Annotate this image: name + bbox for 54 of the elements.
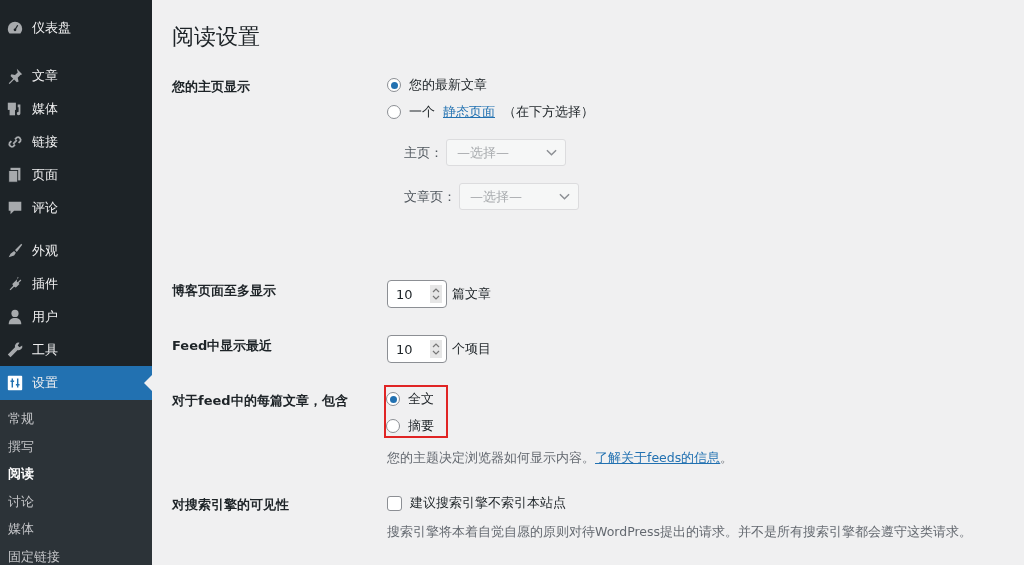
static-page-link[interactable]: 静态页面	[443, 103, 495, 121]
submenu-item[interactable]: 阅读	[8, 460, 152, 488]
radio-button[interactable]	[386, 419, 400, 433]
current-page-pointer-icon	[144, 375, 152, 391]
number-input[interactable]: 10	[387, 280, 447, 308]
submenu-item[interactable]: 撰写	[8, 432, 152, 460]
option-label: （在下方选择）	[503, 103, 594, 121]
menu-item[interactable]: 用户	[0, 300, 152, 333]
option-label: 您的最新文章	[409, 76, 487, 94]
radio-button[interactable]	[386, 392, 400, 406]
menu-item[interactable]: 链接	[0, 125, 152, 158]
checkbox[interactable]	[387, 495, 402, 511]
setting-label: 对于feed中的每篇文章，包含	[172, 392, 349, 410]
submenu-item[interactable]: 常规	[8, 405, 152, 433]
unit-label: 篇文章	[452, 285, 491, 303]
submenu-item[interactable]: 固定链接	[8, 542, 152, 565]
user-icon	[6, 307, 24, 326]
menu-item[interactable]: 工具	[0, 333, 152, 366]
chevron-down-icon	[546, 148, 557, 157]
menu-item[interactable]: 仪表盘	[0, 11, 152, 44]
brush-icon	[6, 241, 24, 260]
learn-more-link[interactable]: 了解关于feeds的信息	[595, 450, 721, 465]
unit-label: 个项目	[452, 340, 491, 358]
spinner-arrows-icon	[430, 285, 442, 303]
menu-item[interactable]: 外观	[0, 234, 152, 267]
menu-item[interactable]: 媒体	[0, 92, 152, 125]
option-label: 建议搜索引擎不索引本站点	[410, 494, 566, 512]
menu-item[interactable]: 页面	[0, 158, 152, 191]
select-label: 主页：	[404, 143, 443, 162]
menu-item[interactable]: 插件	[0, 267, 152, 300]
setting-label: 博客页面至多显示	[172, 282, 277, 300]
radio-button[interactable]	[387, 78, 401, 92]
menu-item[interactable]: 设置	[0, 366, 152, 400]
help-text: 搜索引擎将本着自觉自愿的原则对待WordPress提出的请求。并不是所有搜索引擎都会遵守这类请求。	[387, 524, 974, 541]
submenu-item[interactable]: 讨论	[8, 487, 152, 515]
submenu-item[interactable]: 媒体	[8, 515, 152, 543]
chevron-down-icon	[559, 192, 570, 201]
radio-button[interactable]	[387, 105, 401, 119]
select-label: 文章页：	[404, 187, 456, 206]
option-label: 一个	[409, 103, 435, 121]
menu-item[interactable]: 文章	[0, 59, 152, 92]
wrench-icon	[6, 340, 24, 359]
setting-label: Feed中显示最近	[172, 337, 274, 355]
option-label: 全文	[408, 390, 434, 408]
number-input[interactable]: 10	[387, 335, 447, 363]
option-label: 摘要	[408, 417, 434, 435]
menu-item[interactable]: 评论	[0, 191, 152, 224]
page-title: 阅读设置	[172, 23, 261, 51]
setting-label: 您的主页显示	[172, 78, 251, 96]
pin-icon	[6, 66, 24, 85]
spinner-arrows-icon	[430, 340, 442, 358]
sliders-icon	[6, 374, 24, 392]
help-text: 您的主题决定浏览器如何显示内容。了解关于feeds的信息。	[387, 450, 735, 467]
setting-label: 对搜索引擎的可见性	[172, 496, 290, 514]
